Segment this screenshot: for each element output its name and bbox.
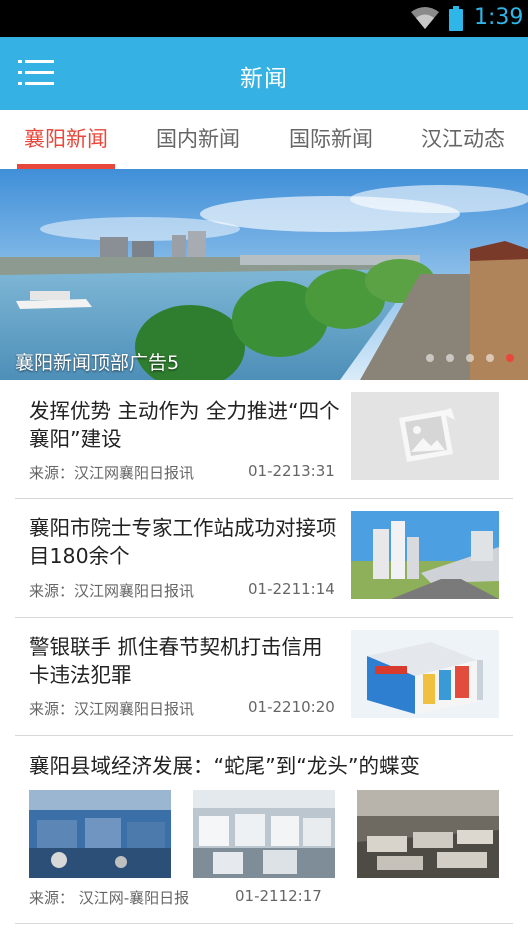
pager-dot[interactable] — [425, 354, 434, 362]
news-source: 来源：汉江网襄阳日报讯 — [29, 700, 195, 718]
banner-pager — [419, 347, 514, 366]
banner-caption: 襄阳新闻顶部广告5 — [15, 352, 180, 374]
news-source: 来源：汉江网襄阳日报讯 — [29, 582, 195, 600]
battery-icon — [449, 6, 463, 31]
news-time: 01-2210:20 — [248, 698, 335, 716]
news-category-tabs: 襄阳新闻 国内新闻 国际新闻 汉江动态 — [0, 110, 528, 169]
pager-dot[interactable] — [465, 354, 474, 362]
app-bar: 新闻 — [0, 37, 528, 110]
factory-photo — [29, 790, 171, 878]
news-time: 01-2213:31 — [248, 462, 335, 480]
top-banner[interactable]: 襄阳新闻顶部广告5 — [0, 169, 528, 380]
pager-dot[interactable] — [445, 354, 454, 362]
news-item[interactable]: 襄阳市院士专家工作站成功对接项目180余个 来源：汉江网襄阳日报讯 01-221… — [15, 499, 513, 618]
news-item[interactable]: 发挥优势 主动作为 全力推进“四个襄阳”建设 来源：汉江网襄阳日报讯 01-22… — [15, 380, 513, 499]
news-item[interactable]: 警银联手 抓住春节契机打击信用卡违法犯罪 来源：汉江网襄阳日报讯 01-2210… — [15, 618, 513, 736]
image-placeholder-icon — [351, 392, 499, 480]
factory-machines-photo — [193, 790, 335, 878]
news-image-strip — [29, 790, 499, 878]
news-item[interactable]: 襄阳县域经济发展：“蛇尾”到“龙头”的蝶变 来源： 汉江网-襄阳日报 01-21… — [15, 736, 513, 924]
news-title: 襄阳县域经济发展：“蛇尾”到“龙头”的蝶变 — [29, 754, 420, 778]
news-title: 警银联手 抓住春节契机打击信用卡违法犯罪 — [29, 635, 323, 687]
tab-hanjiang-news[interactable]: 汉江动态 — [415, 110, 511, 169]
factory-workshop-photo — [357, 790, 499, 878]
pager-dot[interactable] — [485, 354, 494, 362]
bank-kiosk-photo — [351, 630, 499, 718]
tab-domestic-news[interactable]: 国内新闻 — [150, 110, 246, 169]
page-title: 新闻 — [240, 66, 288, 92]
news-time: 01-2112:17 — [235, 887, 322, 905]
news-title: 襄阳市院士专家工作站成功对接项目180余个 — [29, 516, 337, 568]
tab-international-news[interactable]: 国际新闻 — [283, 110, 379, 169]
news-source: 来源： 汉江网-襄阳日报 — [29, 889, 190, 907]
status-time: 1:39 — [474, 5, 524, 30]
city-buildings-photo — [351, 511, 499, 599]
news-title: 发挥优势 主动作为 全力推进“四个襄阳”建设 — [29, 399, 340, 451]
wifi-icon — [411, 7, 439, 29]
news-time: 01-2211:14 — [248, 580, 335, 598]
pager-dot-active[interactable] — [506, 354, 514, 362]
tab-xiangyang-news[interactable]: 襄阳新闻 — [17, 110, 115, 169]
news-source: 来源：汉江网襄阳日报讯 — [29, 464, 195, 482]
status-bar: 1:39 — [0, 0, 528, 37]
